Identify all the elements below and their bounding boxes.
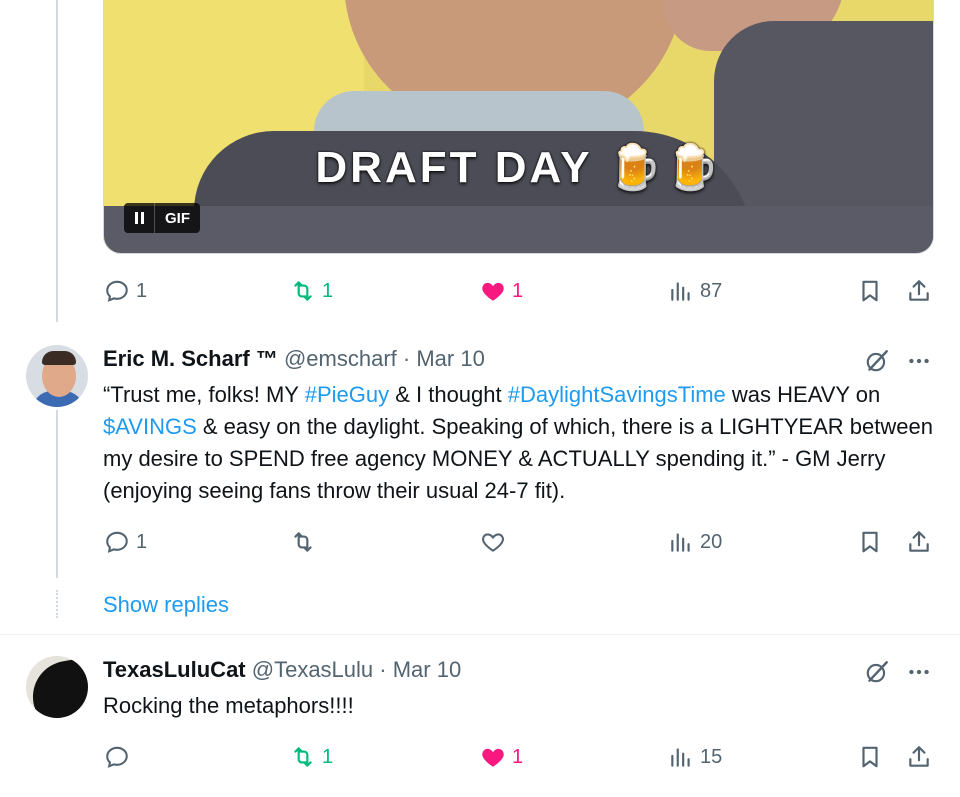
tweet-header: Eric M. Scharf ™ @emscharf · Mar 10 (103, 346, 485, 372)
bookmark-icon (862, 531, 878, 553)
like-count: 1 (512, 745, 524, 768)
text-segment: & I thought (389, 382, 508, 407)
like-button[interactable]: 1 (480, 278, 523, 304)
text-segment: “Trust me, folks! MY (103, 382, 305, 407)
user-handle[interactable]: @emscharf (284, 346, 397, 371)
gif-floor (104, 206, 933, 253)
separator-dot: · (402, 346, 411, 371)
like-button[interactable] (480, 529, 506, 555)
avatar-hair (42, 351, 76, 365)
reply-icon (106, 531, 128, 553)
share-button[interactable] (906, 529, 932, 555)
like-button[interactable]: 1 (480, 744, 523, 770)
views-button[interactable]: 87 (668, 278, 722, 304)
tweet-text: “Trust me, folks! MY #PieGuy & I thought… (103, 379, 943, 507)
hashtag-link[interactable]: #DaylightSavingsTime (508, 382, 726, 407)
gif-caption: DRAFT DAY 🍺🍺 (315, 143, 723, 192)
retweet-count: 1 (322, 745, 334, 768)
more-options-button[interactable] (905, 347, 933, 375)
more-options-button[interactable] (905, 658, 933, 686)
retweet-button[interactable]: 1 (290, 744, 333, 770)
retweet-button[interactable] (290, 529, 316, 555)
share-button[interactable] (906, 278, 932, 304)
tweet-date[interactable]: Mar 10 (393, 657, 461, 682)
gif-pause-badge[interactable]: GIF (124, 203, 200, 233)
thread-dots (56, 590, 60, 618)
heart-icon (482, 282, 504, 301)
retweet-icon (294, 281, 312, 301)
separator-dot: · (379, 657, 387, 682)
show-replies-link[interactable]: Show replies (103, 592, 229, 618)
grok-icon (866, 350, 888, 372)
reply-count: 1 (136, 530, 148, 553)
reply-button[interactable]: 1 (104, 529, 147, 555)
divider (0, 634, 960, 635)
tweet-text: Rocking the metaphors!!!! (103, 693, 354, 718)
avatar[interactable] (26, 656, 88, 718)
avatar[interactable] (26, 345, 88, 407)
gif-label: GIF (165, 209, 190, 227)
grok-icon (866, 661, 888, 683)
like-count: 1 (512, 279, 524, 302)
share-icon (909, 746, 929, 767)
reply-icon (106, 280, 128, 302)
hashtag-link[interactable]: #PieGuy (305, 382, 389, 407)
more-icon (909, 669, 929, 675)
grok-button[interactable] (863, 347, 891, 375)
bookmark-button[interactable] (857, 744, 883, 770)
retweet-count: 1 (322, 279, 334, 302)
share-button[interactable] (906, 744, 932, 770)
tweet-header: TexasLuluCat @TexasLulu · Mar 10 (103, 657, 461, 683)
reply-button[interactable]: 1 (104, 278, 147, 304)
view-count: 20 (700, 530, 723, 553)
more-icon (909, 358, 929, 364)
retweet-icon (294, 747, 312, 767)
reply-button[interactable] (104, 744, 130, 770)
views-icon (671, 748, 690, 767)
heart-icon (482, 748, 504, 767)
cashtag-link[interactable]: $AVINGS (103, 414, 197, 439)
bookmark-button[interactable] (857, 278, 883, 304)
reply-icon (106, 746, 128, 768)
display-name[interactable]: TexasLuluCat (103, 657, 246, 682)
avatar-cat (27, 657, 88, 718)
views-icon (671, 282, 690, 301)
view-count: 87 (700, 279, 723, 302)
grok-button[interactable] (863, 658, 891, 686)
gif-media[interactable]: DRAFT DAY 🍺🍺 GIF (103, 0, 934, 254)
thread-connector (56, 0, 58, 322)
thread-connector (56, 410, 58, 578)
heart-icon (482, 533, 504, 552)
views-button[interactable]: 20 (668, 529, 722, 555)
tweet-date[interactable]: Mar 10 (416, 346, 484, 371)
retweet-button[interactable]: 1 (290, 278, 333, 304)
text-segment: & easy on the daylight. Speaking of whic… (103, 414, 933, 503)
view-count: 15 (700, 745, 723, 768)
views-icon (671, 533, 690, 552)
reply-count: 1 (136, 279, 148, 302)
user-handle[interactable]: @TexasLulu (252, 657, 373, 682)
pause-icon[interactable] (124, 203, 155, 233)
share-icon (909, 280, 929, 301)
text-segment: was HEAVY on (725, 382, 881, 407)
views-button[interactable]: 15 (668, 744, 722, 770)
retweet-icon (294, 532, 312, 552)
bookmark-icon (862, 280, 878, 302)
share-icon (909, 531, 929, 552)
display-name[interactable]: Eric M. Scharf ™ (103, 346, 278, 371)
bookmark-button[interactable] (857, 529, 883, 555)
bookmark-icon (862, 746, 878, 768)
